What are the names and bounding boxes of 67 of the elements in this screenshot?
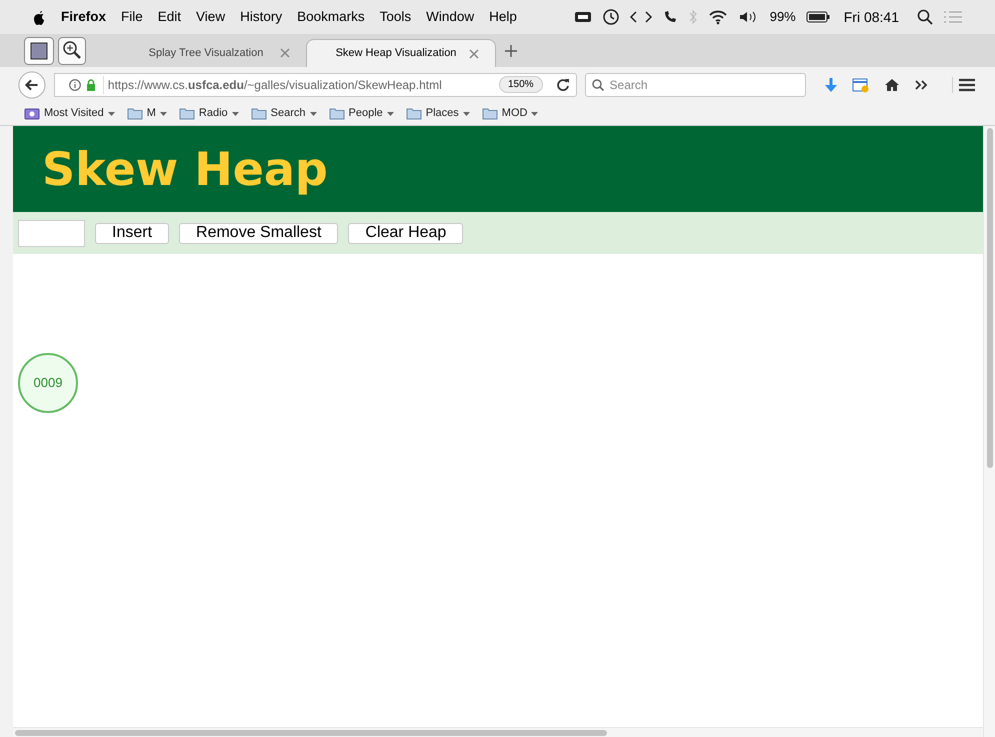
lock-icon[interactable]: [86, 78, 96, 90]
bookmark-folder[interactable]: Radio: [178, 105, 239, 122]
folder-icon: [482, 106, 498, 121]
dropdown-caret-icon: [232, 112, 239, 116]
dropdown-caret-icon: [531, 112, 538, 116]
menu-item[interactable]: Bookmarks: [297, 6, 365, 28]
apple-icon[interactable]: [32, 9, 46, 25]
menu-item[interactable]: Window: [426, 6, 474, 28]
menu-item[interactable]: History: [240, 6, 282, 28]
action-button[interactable]: Clear Heap: [348, 222, 464, 244]
url-text: https://www.cs.usfca.edu/~galles/visualization/SkewHeap.html: [102, 76, 442, 94]
info-icon[interactable]: [68, 78, 81, 90]
heap-node: 0009: [18, 353, 78, 413]
folder-icon: [126, 106, 143, 121]
menu-item[interactable]: Tools: [380, 6, 412, 28]
bookmark-folder[interactable]: Most Visited: [24, 105, 115, 122]
back-icon[interactable]: [18, 70, 46, 100]
search-field[interactable]: Search: [584, 72, 806, 96]
battery-percentage: 99%: [770, 8, 796, 26]
dropdown-caret-icon: [160, 112, 167, 116]
screenshot-icon[interactable]: [24, 36, 54, 64]
folder-icon: [250, 106, 267, 121]
folder-icon: [24, 106, 40, 121]
code-brackets-icon[interactable]: [630, 10, 652, 24]
dropdown-caret-icon: [108, 112, 115, 116]
folder-icon: [406, 106, 422, 121]
close-icon[interactable]: [469, 48, 479, 58]
tab[interactable]: Splay Tree Visualzation: [116, 39, 306, 67]
zoom-level-badge[interactable]: 150%: [498, 76, 543, 93]
app-name[interactable]: Firefox: [61, 6, 106, 28]
history-icon[interactable]: [602, 8, 620, 26]
menu-icon[interactable]: [952, 76, 978, 92]
battery-icon[interactable]: [806, 11, 830, 23]
horizontal-scrollbar[interactable]: [13, 727, 983, 737]
bookmark-folder[interactable]: M: [126, 105, 167, 122]
action-button[interactable]: Remove Smallest: [179, 222, 338, 244]
folder-icon: [178, 106, 195, 121]
reload-icon[interactable]: [556, 78, 570, 92]
search-icon[interactable]: [592, 78, 604, 90]
bookmark-folder[interactable]: Search: [250, 105, 316, 122]
bookmark-folder[interactable]: MOD: [482, 105, 538, 122]
download-icon[interactable]: [824, 76, 838, 92]
menu-item[interactable]: Edit: [158, 6, 182, 28]
address-bar[interactable]: https://www.cs.usfca.edu/~galles/visualization/SkewHeap.html 150%: [54, 72, 577, 96]
dropdown-caret-icon: [462, 112, 470, 116]
search-icon[interactable]: [917, 9, 933, 25]
new-tab-icon[interactable]: [504, 44, 518, 58]
folder-icon: [328, 106, 344, 121]
tab[interactable]: Skew Heap Visualization: [306, 39, 496, 67]
reading-list-icon[interactable]: [852, 76, 870, 92]
dropdown-caret-icon: [386, 112, 394, 116]
wifi-icon[interactable]: [708, 9, 728, 25]
clock: Fri 08:41: [844, 8, 899, 26]
bookmark-folder[interactable]: Places: [406, 105, 470, 122]
menu-item[interactable]: File: [121, 6, 143, 28]
menu-item[interactable]: Help: [489, 6, 517, 28]
value-input-field[interactable]: [18, 220, 85, 246]
bookmark-folder[interactable]: People: [328, 105, 394, 122]
overflow-chevron-icon[interactable]: [914, 78, 928, 90]
page-title: Skew Heap: [42, 140, 328, 198]
menu-item[interactable]: View: [196, 6, 226, 28]
keyboard-icon[interactable]: [574, 10, 592, 24]
home-icon[interactable]: [884, 78, 900, 92]
action-button[interactable]: Insert: [95, 222, 170, 244]
zoom-icon[interactable]: [58, 36, 86, 64]
dropdown-caret-icon: [310, 112, 316, 116]
vertical-scrollbar[interactable]: [983, 126, 995, 737]
